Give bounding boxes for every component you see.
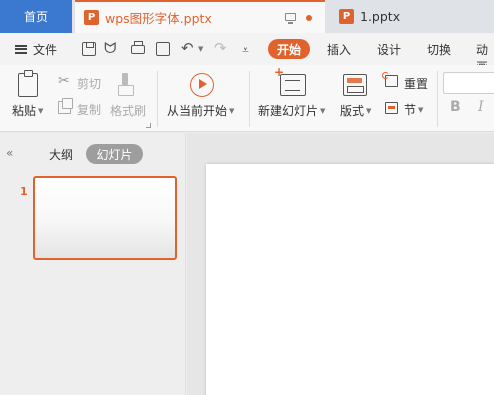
section-button[interactable]: 节 ▼	[404, 101, 423, 118]
layout-label: 版式	[340, 104, 365, 118]
tab-home-label: 首页	[23, 10, 48, 24]
ribbon-tab-start[interactable]: 开始	[268, 39, 310, 59]
copy-icon	[58, 98, 73, 114]
tab-document-title: 1.pptx	[360, 9, 401, 24]
tab-document-2[interactable]: P 1.pptx	[329, 0, 494, 33]
customize-dropdown-icon[interactable]: ⩡	[242, 41, 249, 59]
reset-icon	[382, 72, 398, 87]
paste-button[interactable]: 粘贴 ▼	[12, 102, 43, 119]
slide-number: 1	[20, 185, 28, 198]
tab-home[interactable]: 首页	[0, 0, 72, 33]
slides-panel: « 大纲 幻灯片 1	[0, 133, 186, 395]
layout-button[interactable]: 版式 ▼	[340, 102, 371, 119]
scissors-icon: ✂	[58, 73, 70, 89]
slide-editing-area	[187, 133, 494, 395]
ribbon-tab-transitions[interactable]: 切换	[427, 41, 451, 58]
slide-thumbnail[interactable]	[33, 176, 177, 260]
redo-icon[interactable]: ↷	[214, 39, 227, 57]
custom-tool-icon[interactable]: ᗢ	[104, 39, 116, 57]
section-label: 节	[404, 103, 417, 117]
tab-slides-label: 幻灯片	[96, 147, 133, 162]
ppt-file-icon: P	[84, 10, 99, 25]
new-slide-button[interactable]: 新建幻灯片 ▼	[258, 102, 325, 119]
chevron-down-icon: ▼	[229, 107, 235, 115]
undo-icon[interactable]: ↶	[181, 39, 194, 57]
ribbon-toolbar: 粘贴▼ ✂ 剪切 复制 格式刷 从当前开始▼ 新建幻灯片▼ 版式▼ 重置 节▼ …	[0, 65, 494, 132]
format-painter-icon	[117, 73, 134, 97]
chevron-down-icon: ▼	[38, 107, 44, 115]
clipboard-dialog-launcher-icon[interactable]	[146, 123, 151, 128]
tab-slides[interactable]: 幻灯片	[86, 144, 143, 164]
ribbon-divider	[249, 71, 250, 127]
print-preview-icon[interactable]	[156, 42, 170, 56]
menu-toolbar: 文件 ᗢ ↶ ▼ ↷ ⩡ 开始 插入 设计 切换 动画	[0, 33, 494, 74]
bold-button[interactable]: B	[450, 99, 461, 115]
file-menu-label: 文件	[33, 42, 58, 57]
font-name-field[interactable]	[443, 72, 494, 94]
section-icon	[385, 102, 398, 114]
unsaved-indicator-icon	[306, 15, 312, 21]
ribbon-tab-start-label: 开始	[276, 42, 301, 57]
undo-dropdown-icon[interactable]: ▼	[198, 45, 203, 53]
collapse-panel-icon[interactable]: «	[6, 146, 13, 160]
ribbon-divider	[157, 71, 158, 127]
chevron-down-icon: ▼	[366, 107, 372, 115]
new-slide-icon[interactable]	[274, 65, 306, 96]
chevron-down-icon: ▼	[418, 106, 424, 114]
cut-button[interactable]: 剪切	[77, 75, 101, 92]
document-tab-bar: 首页 P wps图形字体.pptx P 1.pptx	[0, 0, 494, 33]
layout-icon[interactable]	[343, 74, 367, 96]
ppt-file-icon: P	[339, 9, 354, 24]
tab-document-title: wps图形字体.pptx	[105, 11, 212, 26]
tab-document-active[interactable]: P wps图形字体.pptx	[75, 0, 325, 33]
reset-button[interactable]: 重置	[404, 75, 428, 92]
tab-outline[interactable]: 大纲	[49, 146, 73, 163]
monitor-icon[interactable]	[285, 13, 296, 24]
copy-button[interactable]: 复制	[77, 101, 101, 118]
format-painter-button[interactable]: 格式刷	[110, 102, 146, 119]
slide-canvas[interactable]	[206, 164, 494, 395]
play-icon[interactable]	[190, 73, 214, 97]
print-icon[interactable]	[131, 41, 145, 54]
play-from-current-label: 从当前开始	[167, 104, 228, 118]
ribbon-tab-design[interactable]: 设计	[377, 41, 401, 58]
save-icon[interactable]	[82, 42, 96, 56]
hamburger-menu-icon	[15, 44, 27, 54]
paste-icon[interactable]	[18, 70, 38, 97]
paste-label: 粘贴	[12, 104, 37, 118]
italic-button[interactable]: I	[478, 99, 484, 115]
file-menu-button[interactable]: 文件	[15, 41, 57, 57]
ribbon-divider	[437, 71, 438, 127]
new-slide-label: 新建幻灯片	[258, 104, 319, 118]
chevron-down-icon: ▼	[320, 107, 326, 115]
ribbon-tab-insert[interactable]: 插入	[327, 41, 351, 58]
play-from-current-button[interactable]: 从当前开始 ▼	[167, 102, 234, 119]
